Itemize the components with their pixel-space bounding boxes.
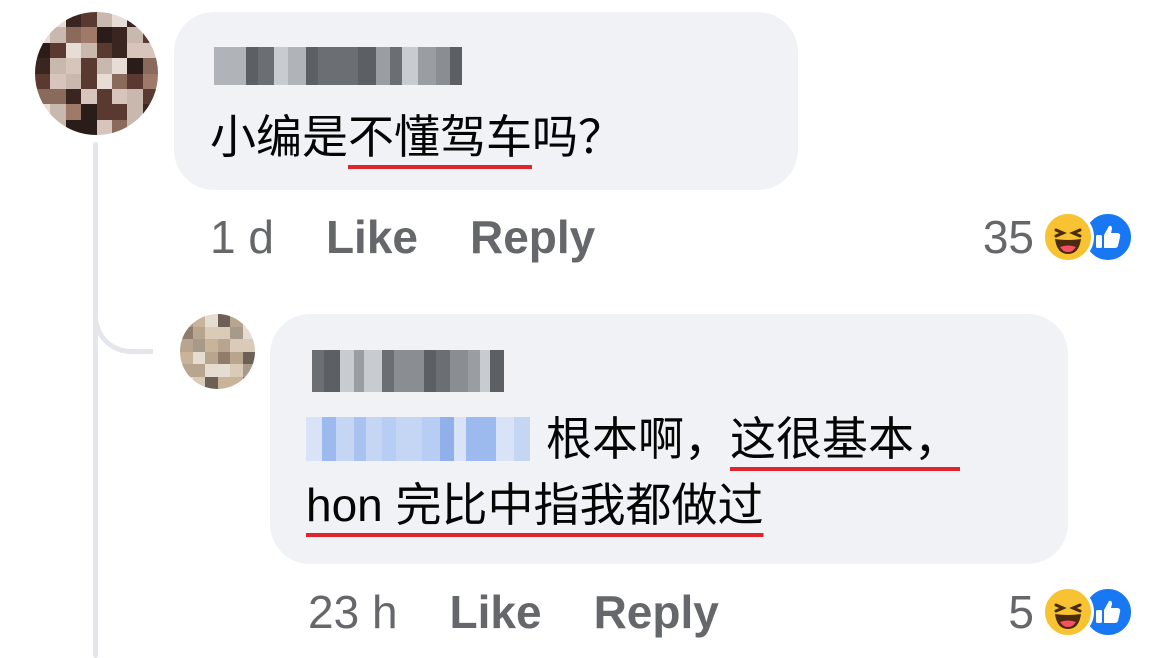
text-segment: 小编是: [210, 111, 348, 163]
comment-text: 根本啊，这很基本，hon 完比中指我都做过: [306, 406, 1026, 538]
like-button[interactable]: Like: [450, 585, 542, 639]
timestamp[interactable]: 23 h: [308, 585, 398, 639]
comment-actions: 1 d Like Reply: [210, 210, 595, 264]
avatar[interactable]: [180, 314, 255, 389]
reaction-summary[interactable]: 35: [983, 210, 1134, 264]
text-segment: 吗？: [532, 111, 624, 163]
reply-connector: [93, 250, 153, 354]
text-segment-underlined: 不懂驾车: [348, 111, 532, 163]
text-segment: 根本啊，: [546, 413, 730, 465]
haha-icon: [1042, 586, 1094, 638]
avatar[interactable]: [35, 12, 158, 135]
reply-button[interactable]: Reply: [594, 585, 719, 639]
like-button[interactable]: Like: [326, 210, 418, 264]
author-name-obscured[interactable]: [214, 47, 462, 85]
reply-button[interactable]: Reply: [470, 210, 595, 264]
timestamp[interactable]: 1 d: [210, 210, 274, 264]
comment-bubble: 小编是不懂驾车吗？: [174, 12, 798, 190]
author-name-obscured[interactable]: [312, 350, 504, 392]
thread-line: [93, 142, 98, 658]
comment-text: 小编是不懂驾车吗？: [210, 104, 624, 170]
haha-icon: [1042, 211, 1094, 263]
reaction-count: 5: [1008, 586, 1034, 638]
reaction-summary[interactable]: 5: [1008, 585, 1134, 639]
reply-bubble: 根本啊，这很基本，hon 完比中指我都做过: [270, 314, 1068, 564]
reaction-count: 35: [982, 211, 1034, 263]
mention-tag-obscured[interactable]: [306, 416, 530, 461]
comment-actions: 23 h Like Reply: [308, 585, 719, 639]
